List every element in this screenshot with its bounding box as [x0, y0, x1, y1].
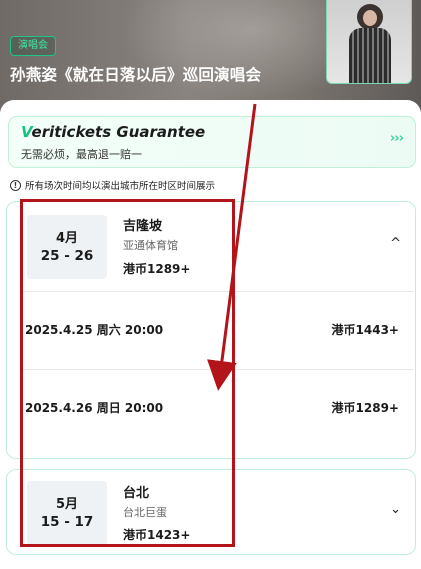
- timezone-notice-text: 所有场次时间均以演出城市所在时区时间展示: [25, 181, 216, 192]
- poster-figure-face: [363, 10, 377, 26]
- guarantee-title: Veritickets Guarantee: [21, 123, 205, 141]
- divider: [23, 291, 413, 292]
- event-price-from: 港币1289+: [123, 262, 191, 276]
- event-city: 台北: [123, 486, 150, 501]
- event-month: 4月: [55, 231, 79, 246]
- event-venue: 亚通体育馆: [123, 239, 178, 252]
- guarantee-subtitle: 无需必烦，最高退一赔一: [21, 148, 142, 161]
- chevron-down-icon[interactable]: ⌄: [390, 502, 401, 517]
- session-row-price[interactable]: 港币1289+: [332, 399, 399, 416]
- poster-figure-body: [349, 28, 391, 83]
- event-days: 15 - 17: [40, 514, 94, 530]
- event-poster[interactable]: [326, 0, 412, 84]
- event-card-taipei[interactable]: 5月 15 - 17 台北 台北巨蛋 港币1423+ ⌄: [6, 469, 416, 555]
- info-icon: !: [10, 179, 21, 191]
- event-city: 吉隆坡: [123, 219, 163, 234]
- category-tag: 演唱会: [10, 36, 56, 56]
- event-price-from: 港币1423+: [123, 528, 191, 542]
- timezone-notice: ! 所有场次时间均以演出城市所在时区时间展示: [10, 178, 215, 192]
- session-row-datetime[interactable]: 2025.4.25 周六 20:00: [25, 321, 163, 338]
- session-row-datetime[interactable]: 2025.4.26 周日 20:00: [25, 399, 163, 416]
- page-title: 孙燕姿《就在日落以后》巡回演唱会: [10, 66, 262, 84]
- event-card-kuala-lumpur: 4月 25 - 26 吉隆坡 亚通体育馆 港币1289+ ^ 2025.4.25…: [6, 201, 416, 459]
- guarantee-arrows-icon: ›››: [389, 131, 404, 146]
- event-venue: 台北巨蛋: [123, 506, 167, 519]
- divider: [23, 369, 413, 370]
- guarantee-title-rest: eritickets Guarantee: [31, 123, 206, 141]
- guarantee-title-v: V: [21, 123, 32, 141]
- event-date-box: 5月 15 - 17: [27, 481, 107, 545]
- hero-banner: 演唱会 孙燕姿《就在日落以后》巡回演唱会: [0, 0, 421, 112]
- event-days: 25 - 26: [40, 248, 94, 264]
- guarantee-banner[interactable]: Veritickets Guarantee 无需必烦，最高退一赔一 ›››: [8, 116, 416, 168]
- event-month: 5月: [55, 497, 79, 512]
- chevron-up-icon[interactable]: ^: [390, 236, 401, 251]
- session-row-price[interactable]: 港币1443+: [332, 321, 399, 338]
- hero-background: [120, 0, 340, 100]
- event-date-box: 4月 25 - 26: [27, 215, 107, 279]
